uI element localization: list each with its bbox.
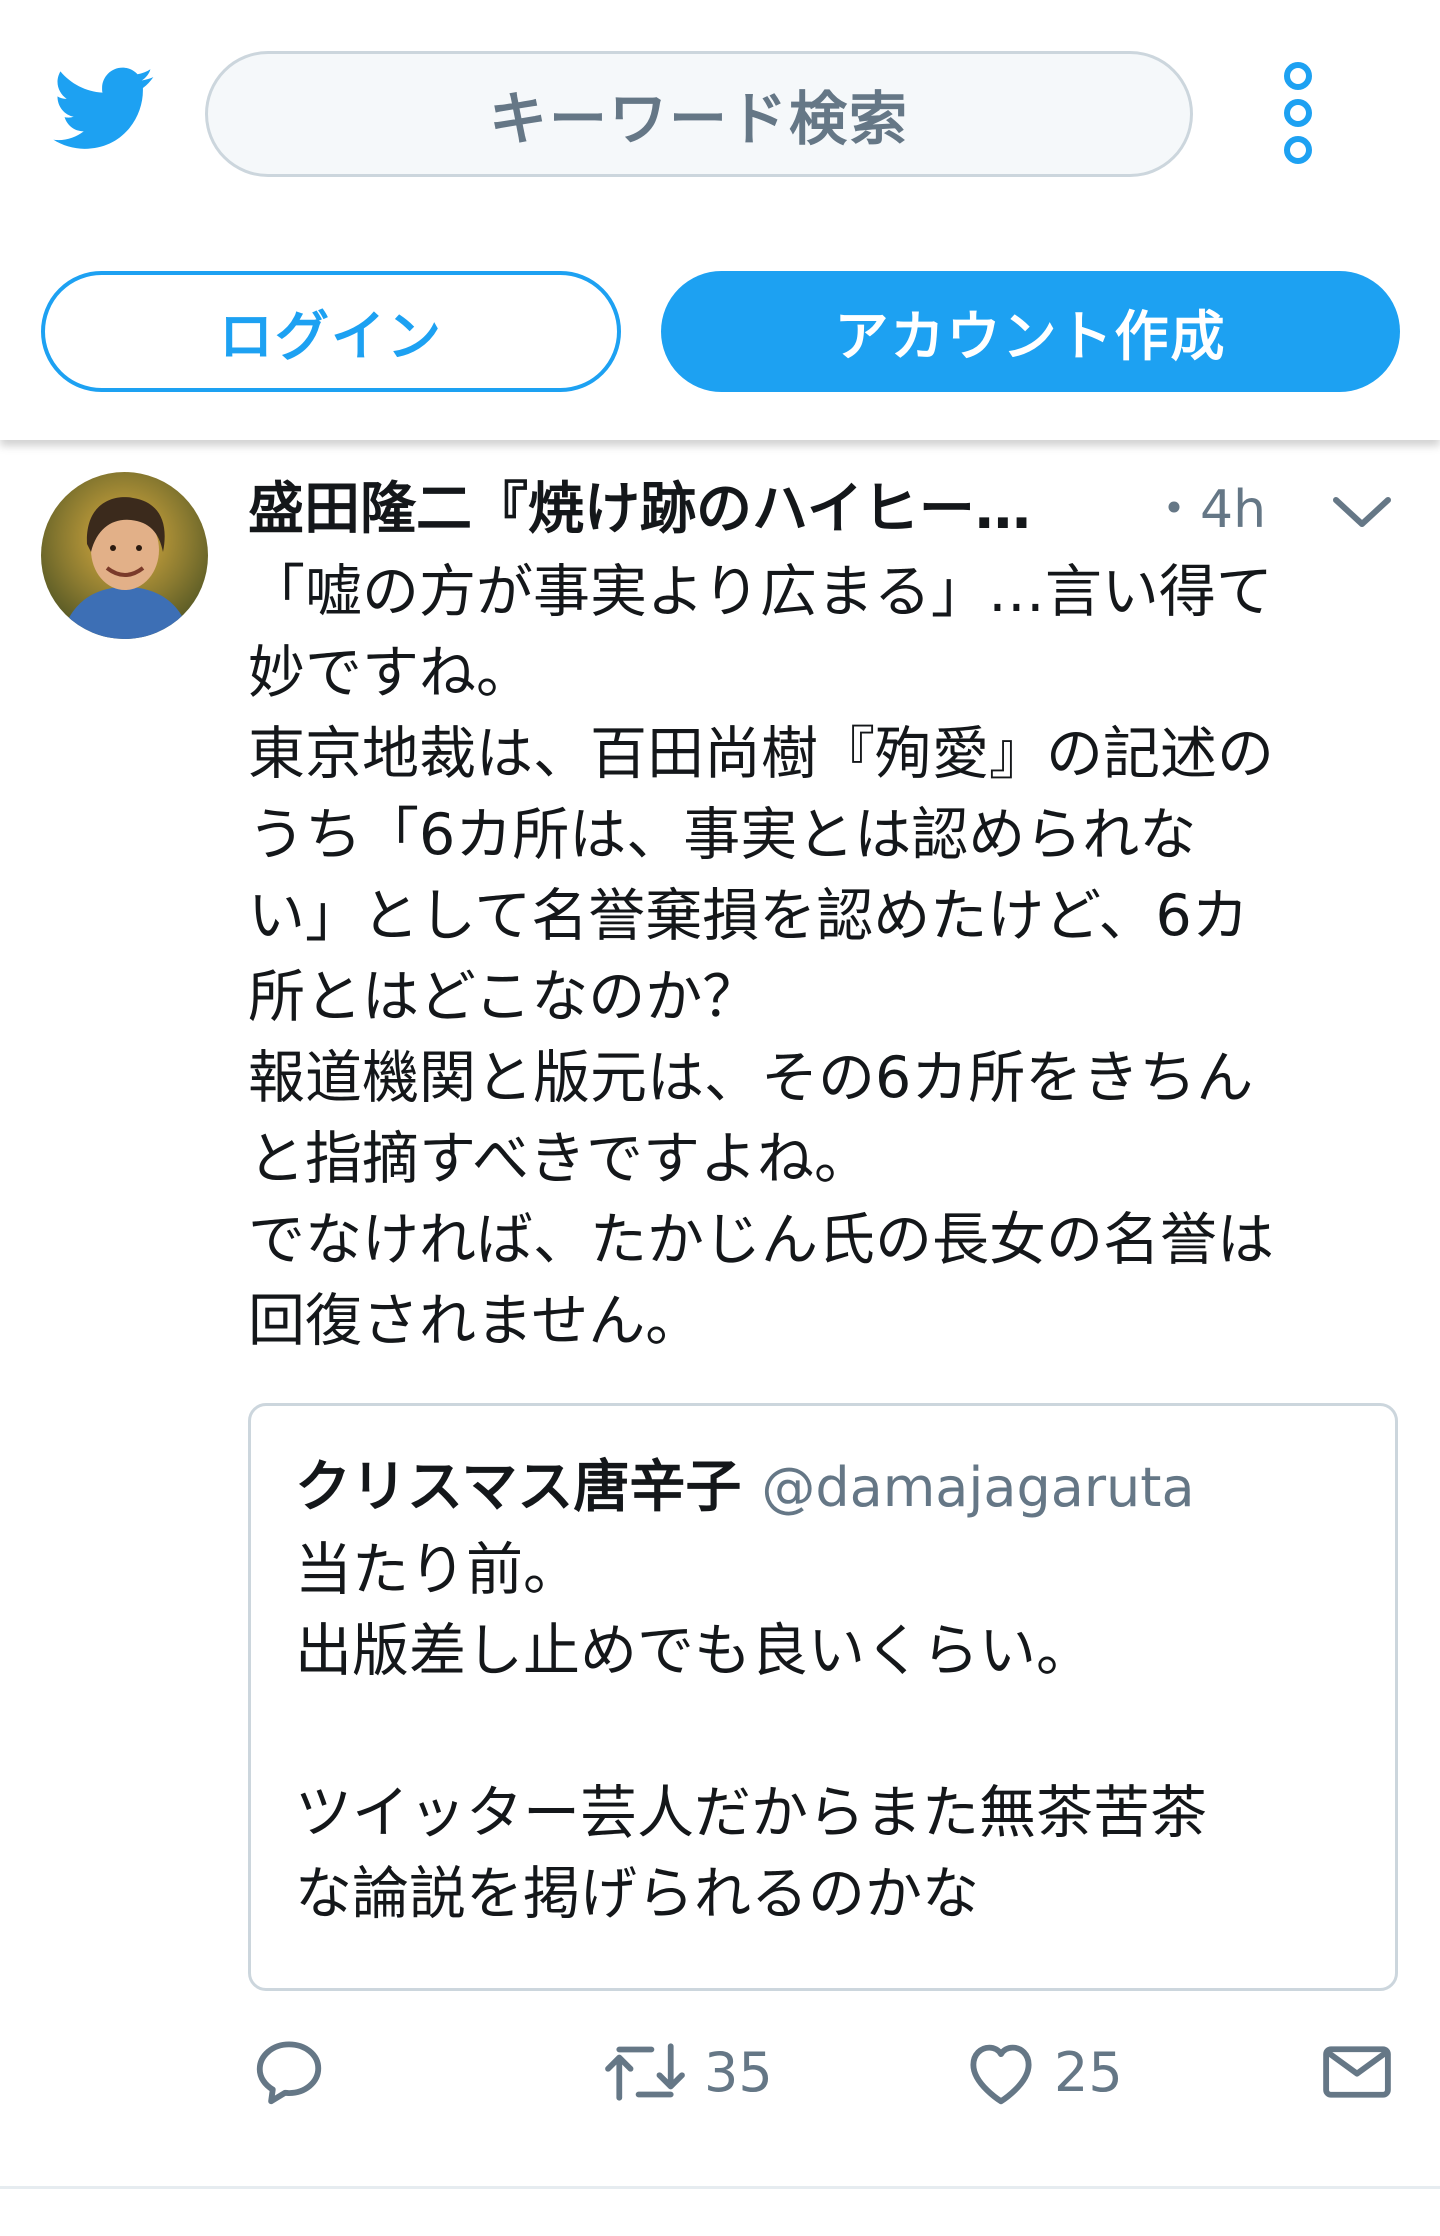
- author-name[interactable]: 盛田隆二『焼け跡のハイヒー…: [248, 470, 1128, 550]
- reply-button[interactable]: [250, 2022, 328, 2122]
- reply-icon: [256, 2041, 322, 2105]
- login-button[interactable]: ログイン: [41, 271, 621, 392]
- tweet-time[interactable]: ・4h: [1148, 470, 1266, 550]
- tweet-text: 「嘘の方が事実より広まる」…言い得て 妙ですね。 東京地裁は、百田尚樹『殉愛』の…: [248, 559, 1274, 1354]
- like-button[interactable]: 25: [962, 2022, 1123, 2122]
- quoted-tweet-text: 当たり前。 出版差し止めでも良いくらい。 ツイッター芸人だからまた無茶苦茶 な論…: [295, 1537, 1207, 1927]
- avatar[interactable]: [41, 472, 208, 639]
- more-vertical-icon[interactable]: [1276, 58, 1320, 168]
- message-icon: [1323, 2046, 1391, 2098]
- quoted-author-name: クリスマス唐辛子: [295, 1455, 742, 1520]
- tweet-header: 盛田隆二『焼け跡のハイヒー… ・4h: [248, 470, 1398, 550]
- quoted-tweet-header: クリスマス唐辛子 @damajagaruta: [295, 1448, 1195, 1541]
- retweet-button[interactable]: 35: [600, 2022, 773, 2122]
- search-placeholder: キーワード検索: [488, 85, 909, 153]
- retweet-icon: [605, 2043, 685, 2101]
- retweet-count: 35: [704, 2040, 773, 2104]
- divider: [0, 2186, 1440, 2189]
- quoted-tweet[interactable]: クリスマス唐辛子 @damajagaruta 当たり前。 出版差し止めでも良いくら…: [248, 1403, 1398, 1991]
- direct-message-button[interactable]: [1318, 2022, 1396, 2122]
- heart-icon: [970, 2044, 1032, 2105]
- quoted-author-handle: @damajagaruta: [761, 1456, 1195, 1519]
- signup-button[interactable]: アカウント作成: [661, 271, 1400, 392]
- top-header: キーワード検索 ログイン アカウント作成: [0, 0, 1440, 440]
- tweet-actions: 35 25: [0, 2022, 1440, 2122]
- chevron-down-icon[interactable]: [1330, 492, 1394, 532]
- tweet[interactable]: 盛田隆二『焼け跡のハイヒー… ・4h 「嘘の方が事実より広まる」…言い得て 妙で…: [0, 440, 1440, 2186]
- twitter-bird-icon[interactable]: [50, 58, 160, 158]
- like-count: 25: [1054, 2040, 1123, 2104]
- search-input[interactable]: キーワード検索: [205, 51, 1193, 177]
